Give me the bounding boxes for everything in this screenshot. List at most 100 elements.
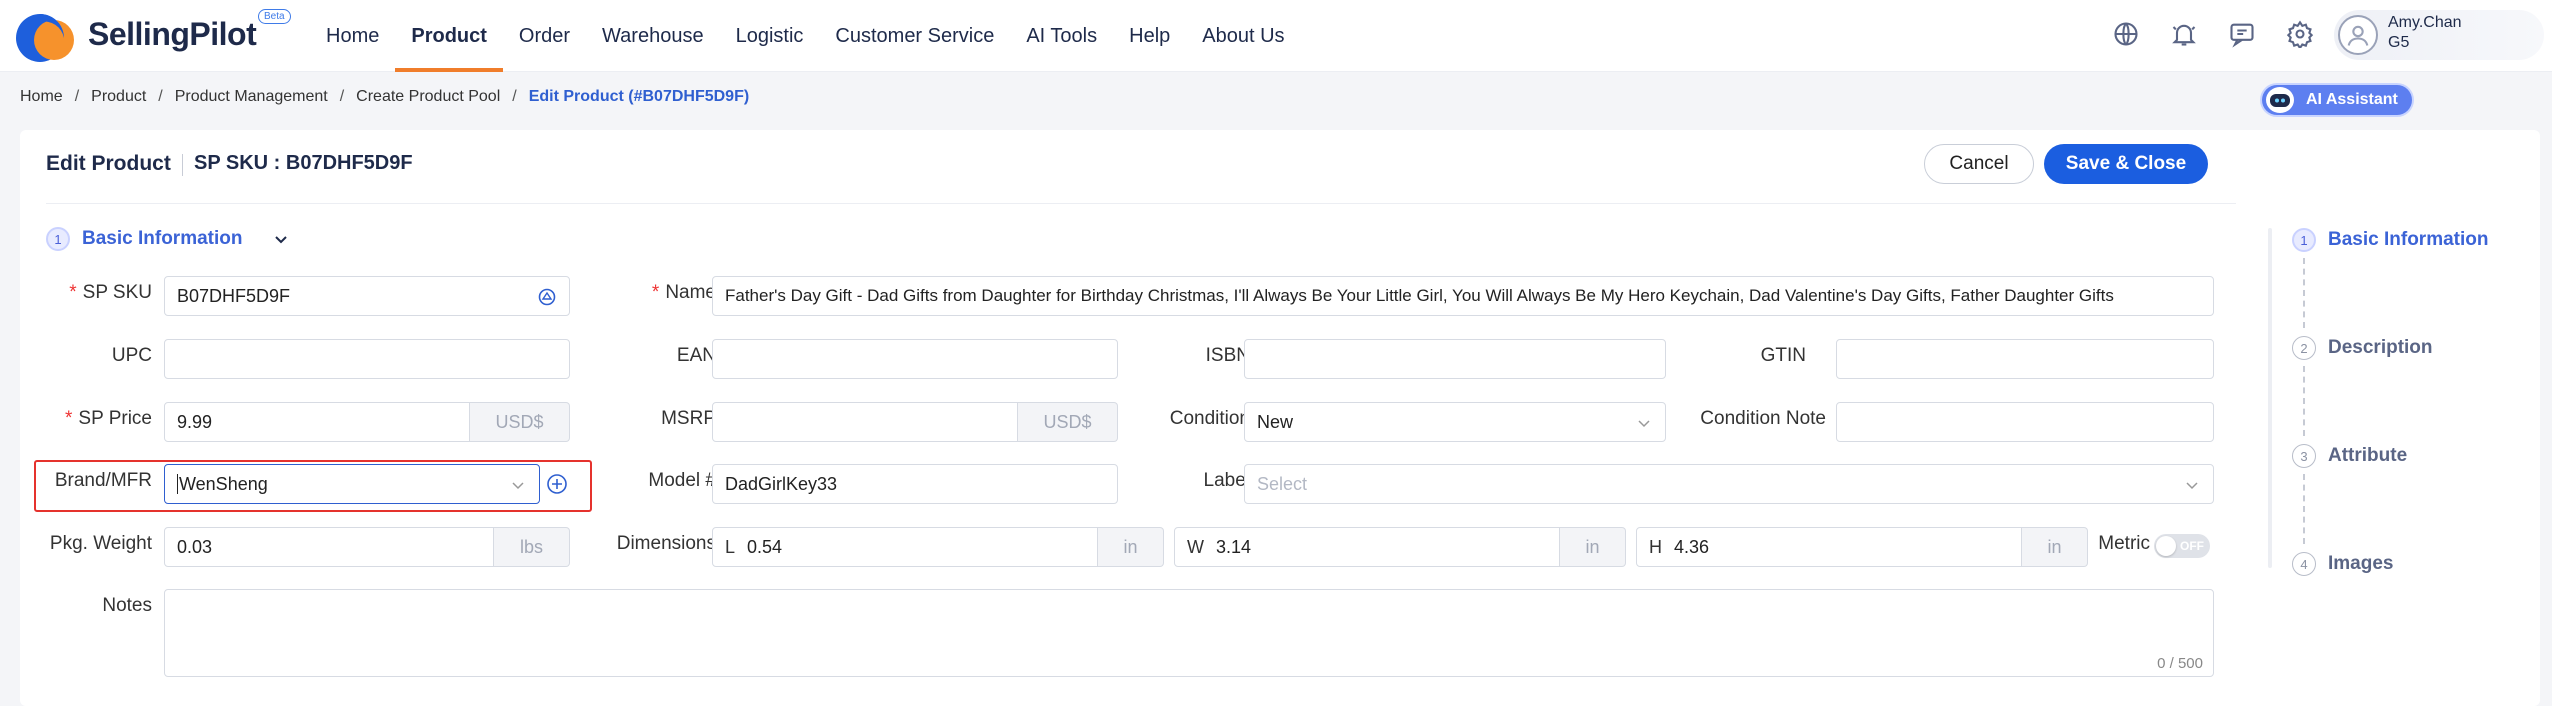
- robot-icon: [2266, 87, 2294, 113]
- globe-icon[interactable]: [2106, 14, 2146, 54]
- dimension-length-unit: in: [1098, 527, 1164, 567]
- sp-sku-input[interactable]: B07DHF5D9F: [164, 276, 570, 316]
- dimension-height-unit: in: [2022, 527, 2088, 567]
- pkg-weight-input[interactable]: 0.03: [164, 527, 494, 567]
- pkg-weight-unit: lbs: [494, 527, 570, 567]
- user-org: G5: [2388, 34, 2410, 51]
- nav-ai-tools[interactable]: AI Tools: [1010, 0, 1113, 72]
- avatar-icon: [2338, 15, 2378, 55]
- name-label: * Name: [651, 282, 716, 303]
- step-connector: [2303, 366, 2305, 436]
- nav-logistic[interactable]: Logistic: [720, 0, 820, 72]
- upc-label: UPC: [111, 345, 152, 366]
- msrp-unit: USD$: [1018, 402, 1118, 442]
- chevron-down-icon: [2186, 482, 2198, 490]
- sp-price-input[interactable]: 9.99: [164, 402, 470, 442]
- add-brand-icon[interactable]: [546, 473, 568, 495]
- nav-about-us[interactable]: About Us: [1186, 0, 1300, 72]
- breadcrumb-home[interactable]: Home: [20, 88, 63, 106]
- title-divider: [182, 154, 183, 176]
- dimension-length-input[interactable]: L 0.54: [712, 527, 1098, 567]
- breadcrumb-separator: /: [512, 88, 517, 105]
- section-basic-information[interactable]: 1 Basic Information: [46, 227, 290, 251]
- step-connector: [2303, 474, 2305, 544]
- breadcrumb-current: Edit Product (#B07DHF5D9F): [528, 88, 750, 105]
- metric-toggle[interactable]: OFF: [2154, 534, 2210, 558]
- step-connector: [2303, 258, 2305, 328]
- gear-icon[interactable]: [2280, 14, 2320, 54]
- breadcrumb-product-management[interactable]: Product Management: [175, 88, 328, 106]
- sku-heading: SP SKU : B07DHF5D9F: [194, 152, 413, 174]
- metric-label: Metric: [2098, 533, 2150, 554]
- nav-home[interactable]: Home: [310, 0, 395, 72]
- model-input[interactable]: DadGirlKey33: [712, 464, 1118, 504]
- cancel-button[interactable]: Cancel: [1924, 144, 2034, 184]
- edit-product-card: Edit Product SP SKU : B07DHF5D9F Cancel …: [20, 130, 2540, 706]
- user-menu[interactable]: Amy.Chan G5: [2334, 10, 2544, 60]
- dimension-height-input[interactable]: H 4.36: [1636, 527, 2022, 567]
- toggle-knob: [2156, 536, 2176, 556]
- breadcrumb-separator: /: [74, 88, 80, 105]
- sp-price-label: * SP Price: [65, 408, 152, 429]
- notes-textarea[interactable]: 0 / 500: [164, 589, 2214, 677]
- ean-input[interactable]: [712, 339, 1118, 379]
- dimensions-label: Dimensions: [616, 533, 716, 554]
- page-title: Edit Product: [46, 152, 171, 175]
- gtin-input[interactable]: [1836, 339, 2214, 379]
- upc-input[interactable]: [164, 339, 570, 379]
- top-navigation-bar: SellingPilot Beta Home Product Order War…: [0, 0, 2552, 72]
- ean-label: EAN: [676, 345, 716, 366]
- label-label: Label: [1203, 470, 1251, 491]
- msrp-input[interactable]: [712, 402, 1018, 442]
- section-step-number: 1: [46, 227, 70, 251]
- breadcrumb-separator: /: [339, 88, 345, 105]
- isbn-label: ISBN: [1205, 345, 1250, 366]
- condition-select[interactable]: New: [1244, 402, 1666, 442]
- sellingpilot-logo[interactable]: [12, 8, 82, 64]
- chevron-down-icon[interactable]: [272, 230, 290, 248]
- name-input[interactable]: Father's Day Gift - Dad Gifts from Daugh…: [712, 276, 2214, 316]
- brand-mfr-select[interactable]: WenSheng: [164, 464, 540, 504]
- nav-order[interactable]: Order: [503, 0, 586, 72]
- step-description[interactable]: 2 Description: [2292, 336, 2433, 360]
- gtin-label: GTIN: [1760, 345, 1806, 366]
- nav-product[interactable]: Product: [395, 0, 503, 72]
- toggle-text: OFF: [2180, 539, 2204, 553]
- sp-price-unit: USD$: [470, 402, 570, 442]
- step-basic-information[interactable]: 1 Basic Information: [2292, 228, 2488, 252]
- breadcrumb: Home / Product / Product Management / Cr…: [20, 88, 749, 106]
- brand-mfr-label: Brand/MFR: [54, 470, 152, 491]
- regenerate-sku-icon[interactable]: [537, 287, 557, 307]
- bell-icon[interactable]: [2164, 14, 2204, 54]
- dimension-width-input[interactable]: W 3.14: [1174, 527, 1560, 567]
- breadcrumb-product[interactable]: Product: [91, 88, 146, 106]
- header-divider: [46, 203, 2236, 204]
- label-select[interactable]: Select: [1244, 464, 2214, 504]
- condition-note-input[interactable]: [1836, 402, 2214, 442]
- message-icon[interactable]: [2222, 14, 2262, 54]
- step-rail-scrollbar: [2268, 228, 2272, 568]
- step-images[interactable]: 4 Images: [2292, 552, 2393, 576]
- ai-assistant-label: AI Assistant: [2306, 91, 2398, 108]
- nav-help[interactable]: Help: [1113, 0, 1186, 72]
- notes-char-counter: 0 / 500: [2157, 655, 2203, 672]
- ai-assistant-button[interactable]: AI Assistant: [2262, 85, 2412, 115]
- isbn-input[interactable]: [1244, 339, 1666, 379]
- step-attribute[interactable]: 3 Attribute: [2292, 444, 2407, 468]
- dimension-width-unit: in: [1560, 527, 1626, 567]
- beta-badge: Beta: [258, 9, 291, 24]
- brand-name: SellingPilot: [88, 16, 257, 52]
- save-close-button[interactable]: Save & Close: [2044, 144, 2208, 184]
- text-cursor: [177, 474, 178, 494]
- model-label: Model #: [648, 470, 716, 491]
- top-icon-group: [2106, 14, 2320, 54]
- breadcrumb-create-product-pool[interactable]: Create Product Pool: [356, 88, 500, 106]
- nav-customer-service[interactable]: Customer Service: [819, 0, 1010, 72]
- pkg-weight-label: Pkg. Weight: [49, 533, 152, 554]
- user-name: Amy.Chan: [2388, 14, 2462, 31]
- condition-note-label: Condition Note: [1700, 408, 1826, 429]
- msrp-label: MSRP: [661, 408, 716, 429]
- chevron-down-icon: [1638, 420, 1650, 428]
- condition-label: Condition: [1169, 408, 1250, 429]
- nav-warehouse[interactable]: Warehouse: [586, 0, 720, 72]
